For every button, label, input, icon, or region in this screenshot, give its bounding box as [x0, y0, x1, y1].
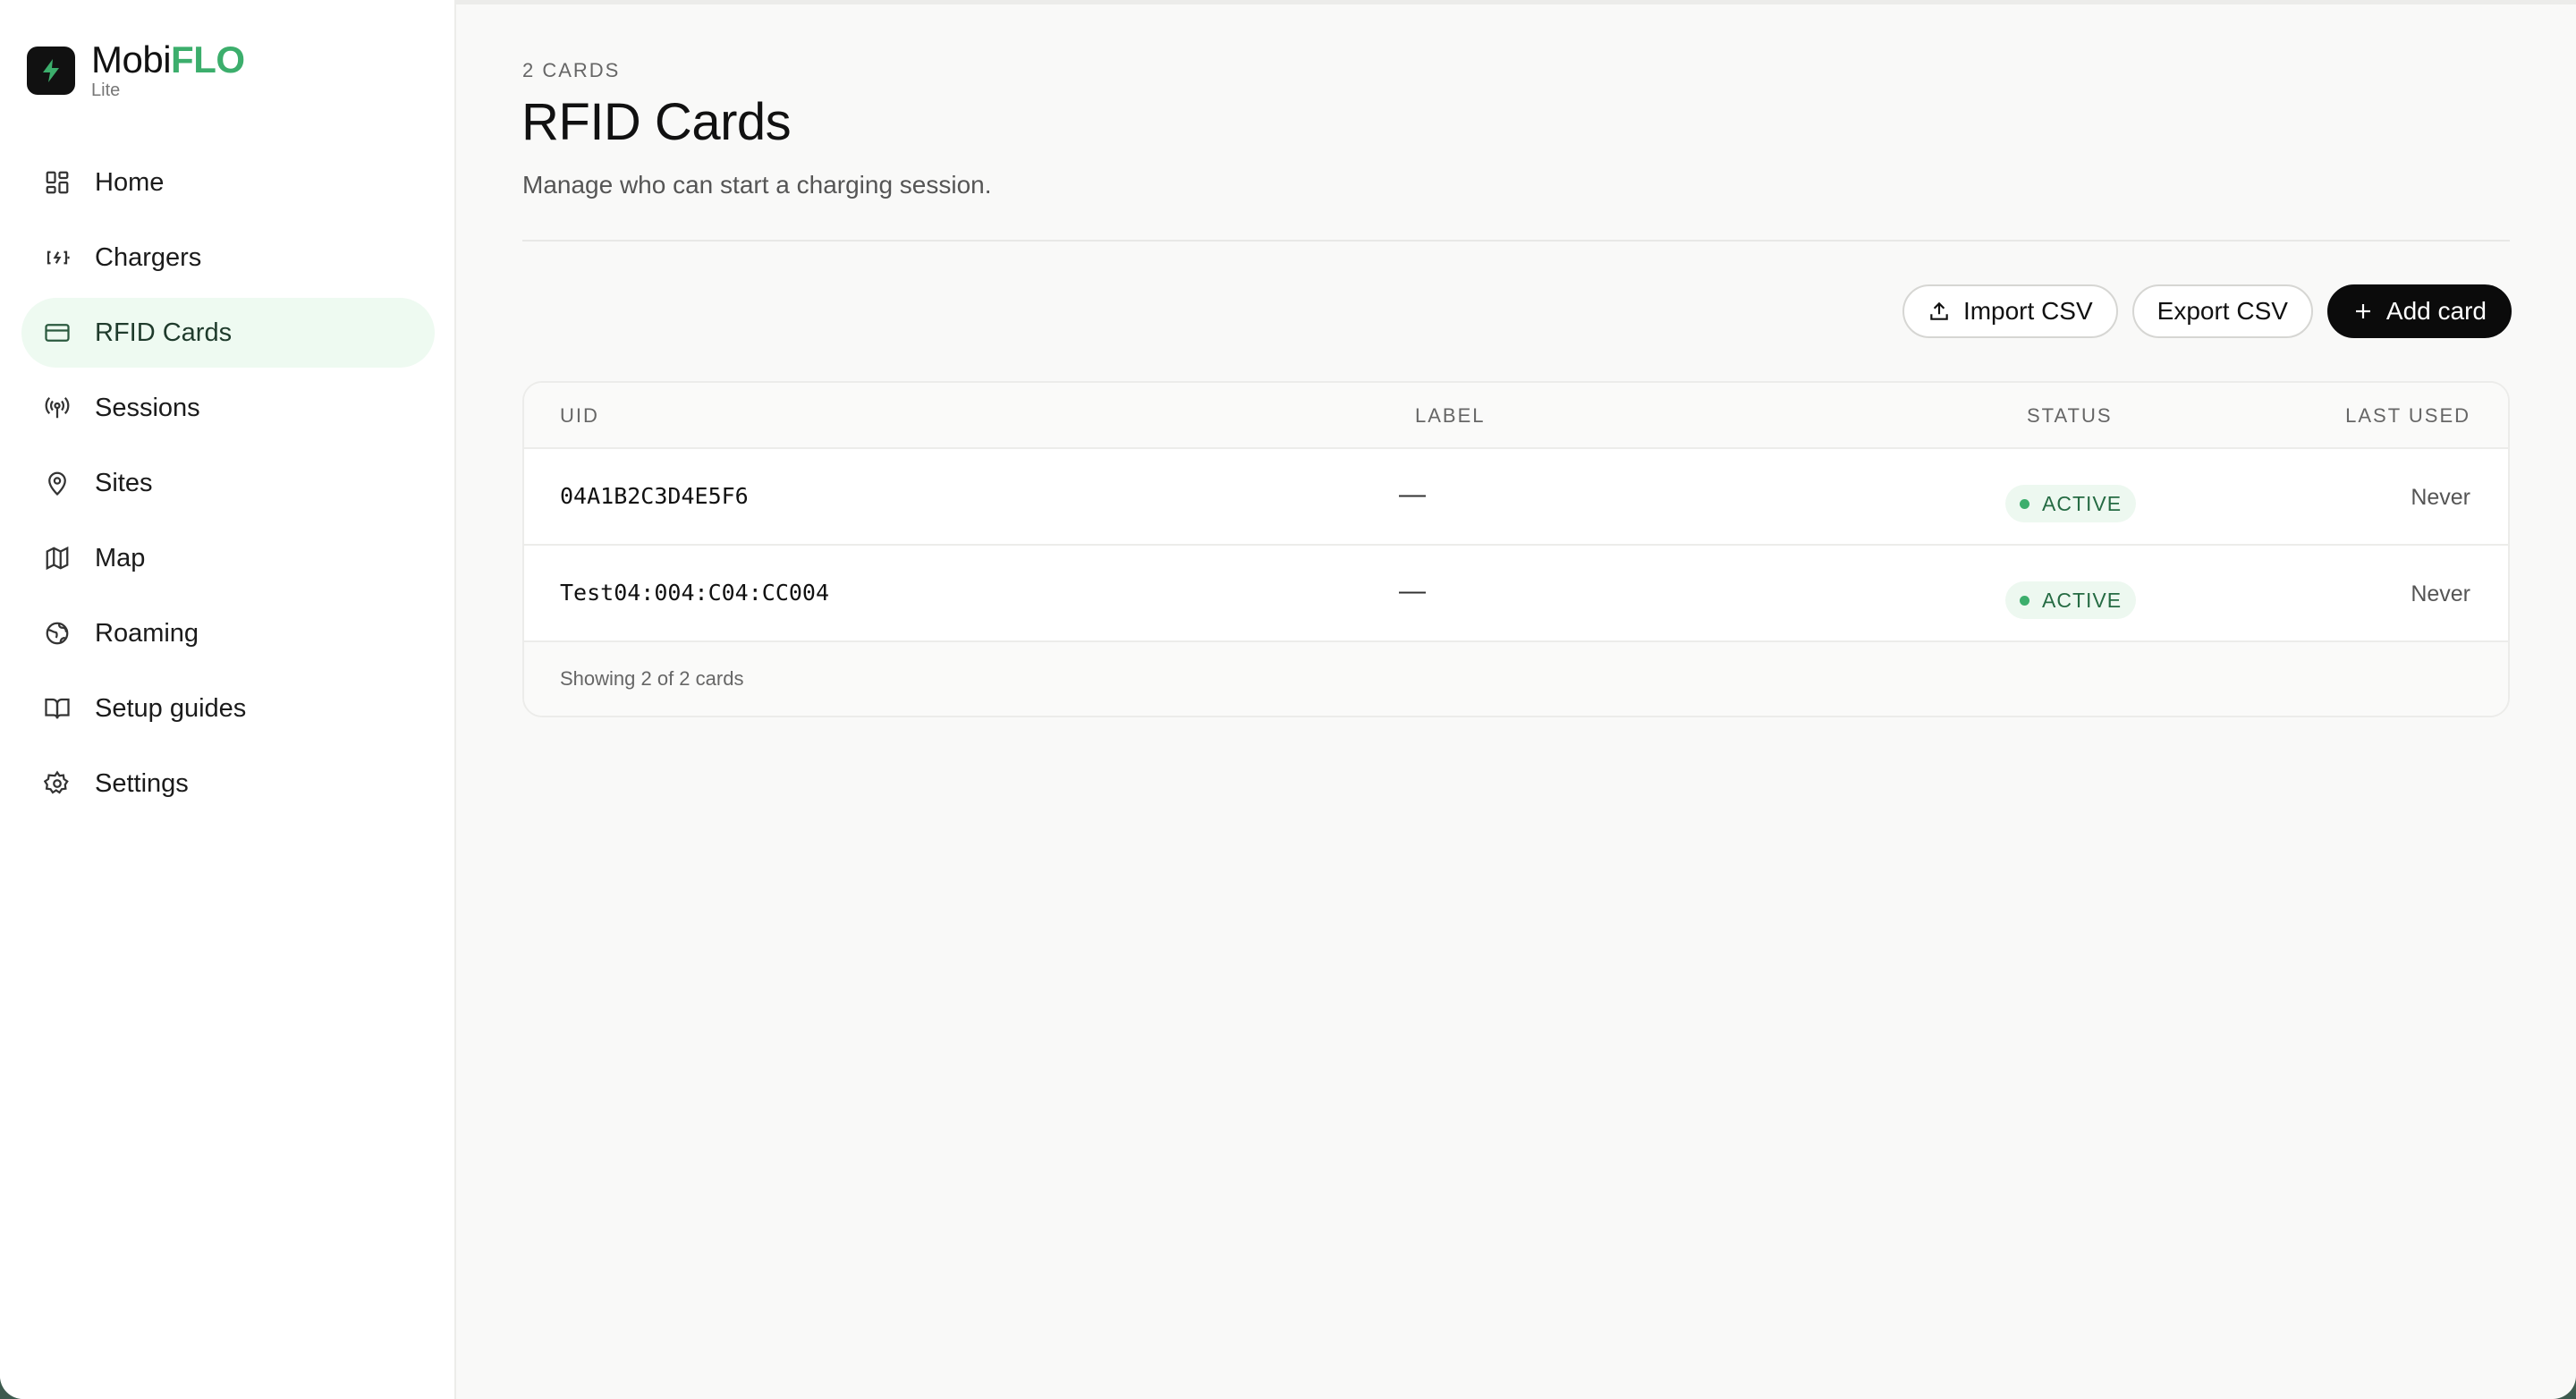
pagination-summary: Showing 2 of 2 cards: [560, 667, 744, 690]
upload-icon: [1928, 300, 1951, 323]
column-header-status[interactable]: STATUS: [2027, 404, 2113, 428]
sidebar-item-label: Setup guides: [95, 693, 247, 723]
column-header-label[interactable]: LABEL: [1415, 404, 1486, 428]
folded-map-icon: [43, 544, 72, 572]
table-header: UID LABEL STATUS LAST USED: [524, 383, 2508, 449]
credit-card-icon: [43, 318, 72, 347]
export-csv-label: Export CSV: [2157, 297, 2288, 325]
status-dot-icon: [2020, 595, 2029, 606]
add-card-button[interactable]: Add card: [2326, 284, 2512, 338]
table-row[interactable]: 04A1B2C3D4E5F6 — ACTIVE Never: [524, 449, 2508, 546]
add-card-label: Add card: [2385, 297, 2487, 325]
table-footer: Showing 2 of 2 cards: [524, 642, 2508, 716]
brand-tier: Lite: [91, 81, 121, 100]
sidebar-item-roaming[interactable]: Roaming: [21, 598, 435, 668]
sidebar-item-label: Chargers: [95, 242, 202, 272]
table-row[interactable]: Test04:004:C04:CC004 — ACTIVE Never: [524, 546, 2508, 642]
sidebar-item-label: Sites: [95, 468, 153, 497]
sidebar-item-sites[interactable]: Sites: [21, 448, 435, 518]
rfid-cards-table: UID LABEL STATUS LAST USED 04A1B2C3D4E5F…: [522, 381, 2510, 717]
status-dot-icon: [2020, 498, 2029, 509]
sidebar-item-settings[interactable]: Settings: [21, 749, 435, 818]
charger-plug-icon: [43, 243, 72, 272]
sidebar-item-rfid-cards[interactable]: RFID Cards: [21, 298, 435, 368]
globe-icon: [43, 619, 72, 648]
sidebar-item-label: Map: [95, 543, 146, 572]
gear-icon: [43, 769, 72, 798]
export-csv-button[interactable]: Export CSV: [2131, 284, 2313, 338]
sidebar-item-map[interactable]: Map: [21, 523, 435, 593]
last-used: Never: [2411, 485, 2470, 510]
page-subtitle: Manage who can start a charging session.: [522, 171, 992, 199]
column-header-last-used[interactable]: LAST USED: [2345, 404, 2470, 428]
broadcast-antenna-icon: [43, 394, 72, 422]
import-csv-button[interactable]: Import CSV: [1902, 284, 2118, 338]
sidebar-item-label: RFID Cards: [95, 318, 233, 347]
sidebar-item-setup-guides[interactable]: Setup guides: [21, 674, 435, 743]
location-pin-icon: [43, 469, 72, 497]
sidebar: MobiFLO Lite Home Chargers RFID Cards Se…: [0, 0, 456, 1399]
status-text: ACTIVE: [2042, 588, 2123, 612]
card-uid: Test04:004:C04:CC004: [560, 580, 830, 606]
sidebar-item-label: Settings: [95, 768, 189, 798]
card-label: —: [1399, 576, 1426, 606]
dashboard-grid-icon: [43, 168, 72, 197]
toolbar: Import CSV Export CSV Add card: [1902, 284, 2512, 338]
card-uid: 04A1B2C3D4E5F6: [560, 483, 749, 509]
status-text: ACTIVE: [2042, 491, 2123, 515]
card-count: 2 CARDS: [522, 59, 621, 81]
page-title: RFID Cards: [521, 93, 792, 151]
sidebar-item-label: Roaming: [95, 618, 199, 648]
lightning-bolt-icon: [27, 47, 75, 95]
header-divider: [522, 240, 2510, 242]
sidebar-item-sessions[interactable]: Sessions: [21, 373, 435, 443]
sidebar-nav: Home Chargers RFID Cards Sessions Sites …: [21, 148, 435, 824]
card-label: —: [1399, 479, 1426, 509]
sidebar-item-chargers[interactable]: Chargers: [21, 223, 435, 293]
app-window: MobiFLO Lite Home Chargers RFID Cards Se…: [0, 0, 2576, 1399]
brand-name: MobiFLO: [91, 38, 245, 81]
column-header-uid[interactable]: UID: [560, 404, 599, 428]
brand[interactable]: MobiFLO Lite: [27, 39, 245, 100]
sidebar-item-label: Sessions: [95, 393, 200, 422]
import-csv-label: Import CSV: [1962, 297, 2093, 325]
sidebar-item-home[interactable]: Home: [21, 148, 435, 217]
last-used: Never: [2411, 581, 2470, 606]
status-badge: ACTIVE: [2005, 581, 2137, 619]
status-badge: ACTIVE: [2005, 485, 2137, 522]
sidebar-item-label: Home: [95, 167, 165, 197]
open-book-icon: [43, 694, 72, 723]
plus-icon: [2352, 301, 2374, 322]
main-content: 2 CARDS RFID Cards Manage who can start …: [456, 0, 2576, 1399]
